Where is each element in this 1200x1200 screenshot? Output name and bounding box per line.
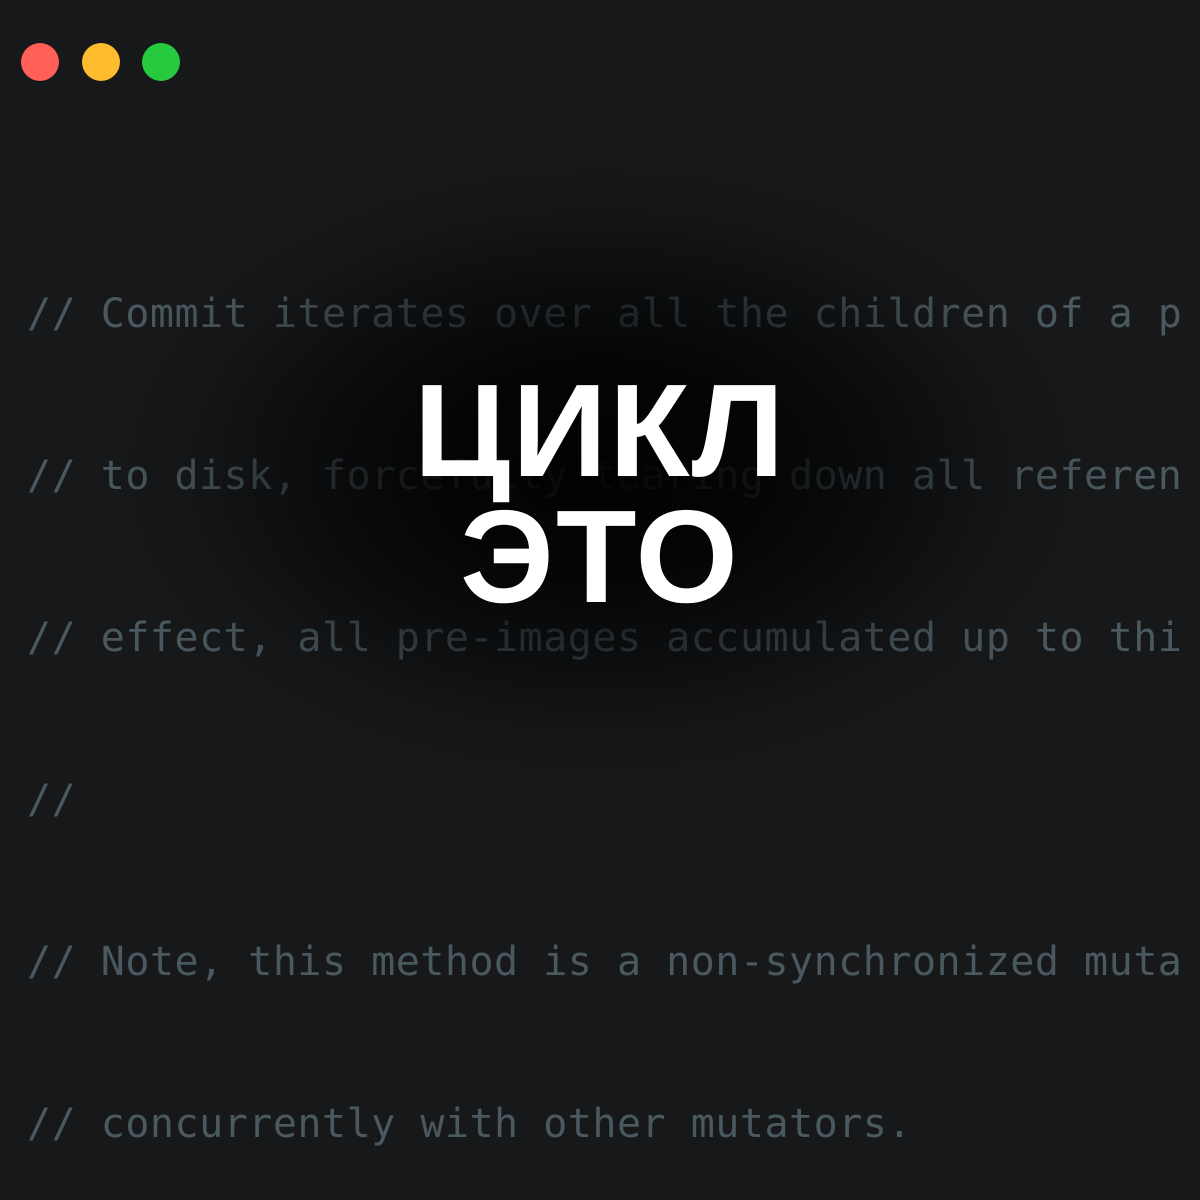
code-line: // Commit iterates over all the children… [0, 287, 1200, 341]
code-line: // [0, 773, 1200, 827]
code-line: // effect, all pre-images accumulated up… [0, 611, 1200, 665]
code-line: // to disk, forcefully tearing down all … [0, 449, 1200, 503]
window-titlebar [0, 0, 1200, 125]
code-comment: // [27, 777, 77, 823]
code-comment: // effect, all pre-images accumulated up… [27, 615, 1183, 661]
code-line: // concurrently with other mutators. [0, 1097, 1200, 1151]
code-comment: // Commit iterates over all the children… [27, 291, 1183, 337]
window-minimize-button[interactable] [82, 43, 120, 81]
window-close-button[interactable] [21, 43, 59, 81]
code-screenshot-stage: // Commit iterates over all the children… [0, 0, 1200, 1200]
code-comment: // Note, this method is a non-synchroniz… [27, 939, 1183, 985]
code-block: // Commit iterates over all the children… [0, 125, 1200, 1200]
code-comment: // to disk, forcefully tearing down all … [27, 453, 1183, 499]
code-comment: // concurrently with other mutators. [27, 1101, 912, 1147]
code-line: // Note, this method is a non-synchroniz… [0, 935, 1200, 989]
window-maximize-button[interactable] [142, 43, 180, 81]
